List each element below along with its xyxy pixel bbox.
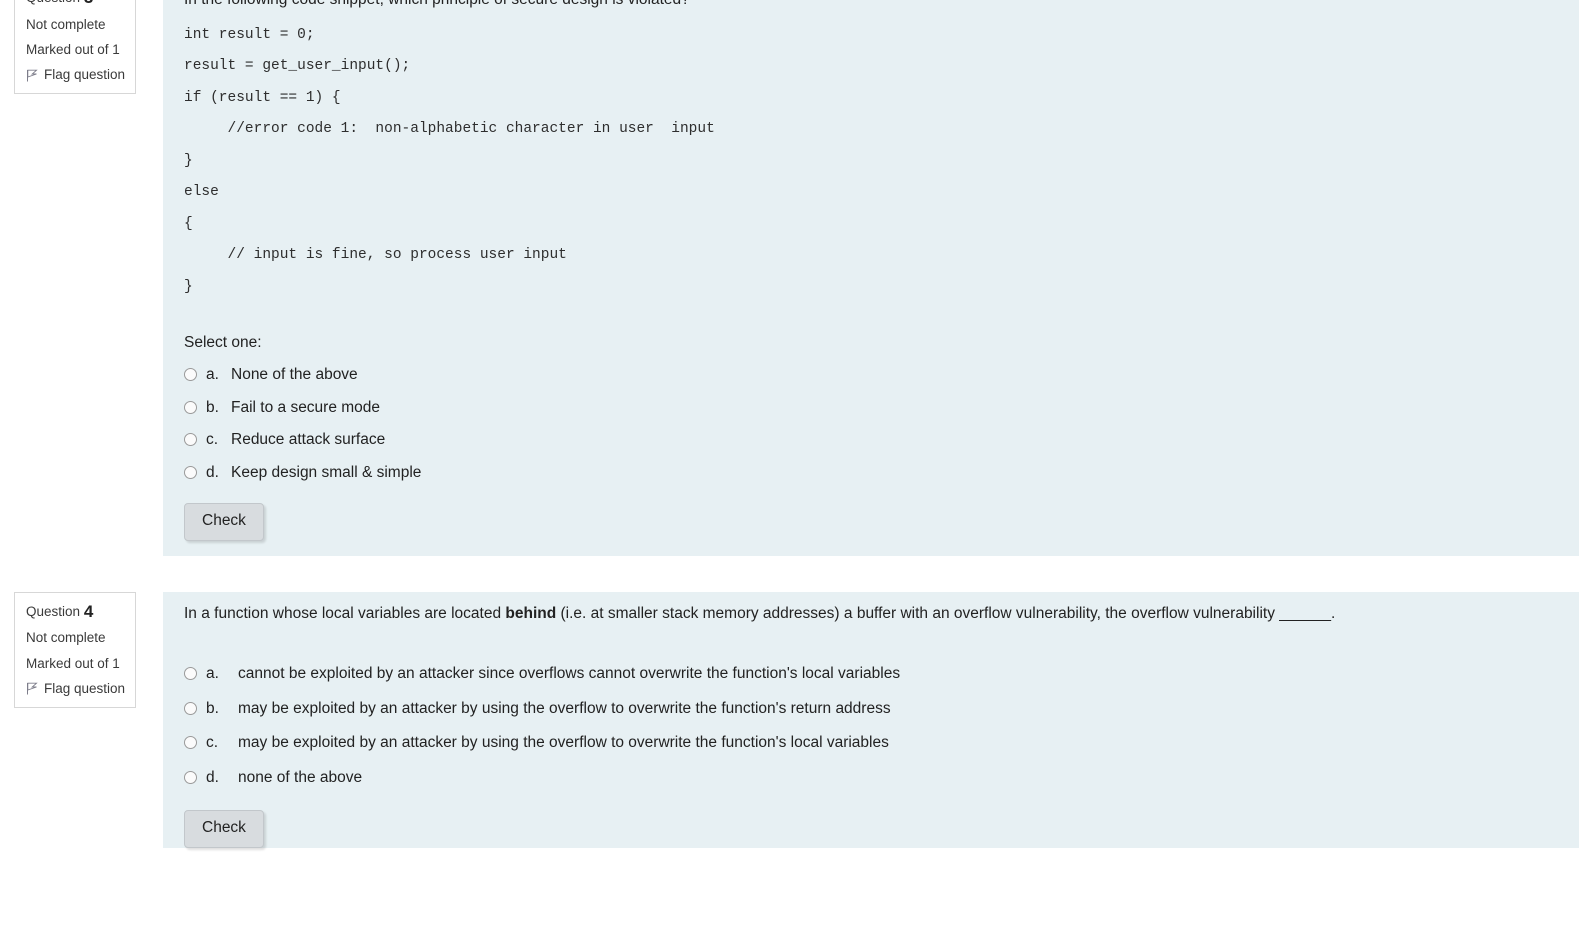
- answer-option-b[interactable]: b. may be exploited by an attacker by us…: [184, 692, 1559, 727]
- answer-letter: a.: [206, 365, 219, 383]
- answer-text: Fail to a secure mode: [231, 398, 381, 416]
- question-info-box-4: Question 4 Not complete Marked out of 1 …: [14, 591, 136, 708]
- flag-icon: [26, 682, 38, 695]
- answer-list-3: a. None of the above b. Fail to a secure…: [184, 359, 1559, 489]
- answer-text: may be exploited by an attacker by using…: [238, 699, 891, 717]
- question-info-column-4: Question 4 Not complete Marked out of 1 …: [0, 591, 163, 708]
- radio-button-c[interactable]: [184, 433, 197, 447]
- answer-letter: b.: [206, 398, 219, 416]
- question-info-box-3: Question 3 Not complete Marked out of 1 …: [14, 0, 136, 95]
- answer-option-d[interactable]: d. none of the above: [184, 761, 1559, 796]
- flag-question-label-4: Flag question: [44, 680, 126, 696]
- answer-text: none of the above: [238, 768, 363, 786]
- question-marks-4: Marked out of 1: [26, 655, 120, 671]
- question-prompt-4: In a function whose local variables are …: [184, 592, 1559, 627]
- check-button-3[interactable]: Check: [184, 503, 264, 541]
- radio-button-b[interactable]: [184, 400, 197, 414]
- code-line: }: [184, 152, 193, 169]
- code-line: //error code 1: non-alphabetic character…: [184, 121, 715, 138]
- answer-letter: c.: [206, 431, 219, 449]
- answer-letter: a.: [206, 665, 219, 683]
- answer-option-a[interactable]: a. cannot be exploited by an attacker si…: [184, 657, 1559, 692]
- answer-letter: b.: [206, 699, 219, 717]
- answer-text: Reduce attack surface: [231, 431, 386, 449]
- select-one-label-3: Select one:: [184, 333, 262, 351]
- answer-list-4: a. cannot be exploited by an attacker si…: [184, 657, 1559, 795]
- code-snippet-3: int result = 0; result = get_user_input(…: [184, 13, 1559, 303]
- quiz-page: Question 3 Not complete Marked out of 1 …: [0, 0, 1579, 848]
- answer-letter: c.: [206, 734, 219, 752]
- prompt-part-2: (i.e. at smaller stack memory addresses)…: [556, 604, 1336, 622]
- code-line: {: [184, 215, 193, 232]
- code-line: // input is fine, so process user input: [184, 247, 567, 264]
- code-line: }: [184, 278, 193, 295]
- code-line: if (result == 1) {: [184, 89, 341, 106]
- radio-button-d[interactable]: [184, 465, 197, 479]
- question-number-4: 4: [83, 601, 94, 621]
- check-button-wrap-3: Check: [184, 489, 1559, 555]
- answer-text: None of the above: [231, 365, 358, 383]
- code-line: else: [184, 184, 219, 201]
- check-button-4[interactable]: Check: [184, 810, 264, 848]
- radio-button-a[interactable]: [184, 667, 197, 681]
- answer-text: cannot be exploited by an attacker since…: [238, 665, 901, 683]
- code-line: result = get_user_input();: [184, 58, 411, 75]
- flag-question-4[interactable]: Flag question: [26, 680, 126, 696]
- question-state-3: Not complete: [26, 16, 106, 32]
- question-block-4: Question 4 Not complete Marked out of 1 …: [0, 591, 1579, 848]
- question-title-4: Question 4: [26, 601, 125, 621]
- code-line: int result = 0;: [184, 26, 315, 43]
- question-number-3: 3: [84, 0, 93, 7]
- answer-option-a[interactable]: a. None of the above: [184, 359, 1559, 392]
- radio-button-c[interactable]: [184, 736, 197, 750]
- answer-option-b[interactable]: b. Fail to a secure mode: [184, 392, 1559, 425]
- answer-letter: d.: [206, 463, 219, 481]
- flag-question-label-3: Flag question: [44, 67, 126, 83]
- question-content-3: In the following code snippet, which pri…: [163, 0, 1579, 556]
- question-info-column-3: Question 3 Not complete Marked out of 1 …: [0, 0, 163, 95]
- question-label-4: Question: [26, 603, 81, 619]
- answer-option-c[interactable]: c. Reduce attack surface: [184, 424, 1559, 457]
- question-state-4: Not complete: [26, 630, 106, 646]
- question-content-4: In a function whose local variables are …: [163, 591, 1579, 848]
- question-block-3: Question 3 Not complete Marked out of 1 …: [0, 0, 1579, 556]
- radio-button-a[interactable]: [184, 367, 197, 381]
- radio-button-d[interactable]: [184, 770, 197, 784]
- check-button-wrap-4: Check: [184, 795, 1559, 848]
- answer-option-c[interactable]: c. may be exploited by an attacker by us…: [184, 726, 1559, 761]
- prompt-part-1: In a function whose local variables are …: [184, 604, 506, 622]
- answer-letter: d.: [206, 768, 219, 786]
- flag-question-3[interactable]: Flag question: [26, 68, 125, 82]
- question-prompt-3: In the following code snippet, which pri…: [184, 0, 1559, 13]
- answer-option-d[interactable]: d. Keep design small & simple: [184, 457, 1559, 490]
- prompt-emphasis: behind: [505, 604, 557, 622]
- flag-icon: [26, 69, 38, 82]
- question-marks-3: Marked out of 1: [26, 42, 120, 58]
- question-title-3: Question 3: [26, 0, 125, 7]
- answer-text: Keep design small & simple: [231, 463, 422, 481]
- question-label-3: Question: [26, 0, 80, 5]
- radio-button-b[interactable]: [184, 701, 197, 715]
- answer-text: may be exploited by an attacker by using…: [238, 734, 889, 752]
